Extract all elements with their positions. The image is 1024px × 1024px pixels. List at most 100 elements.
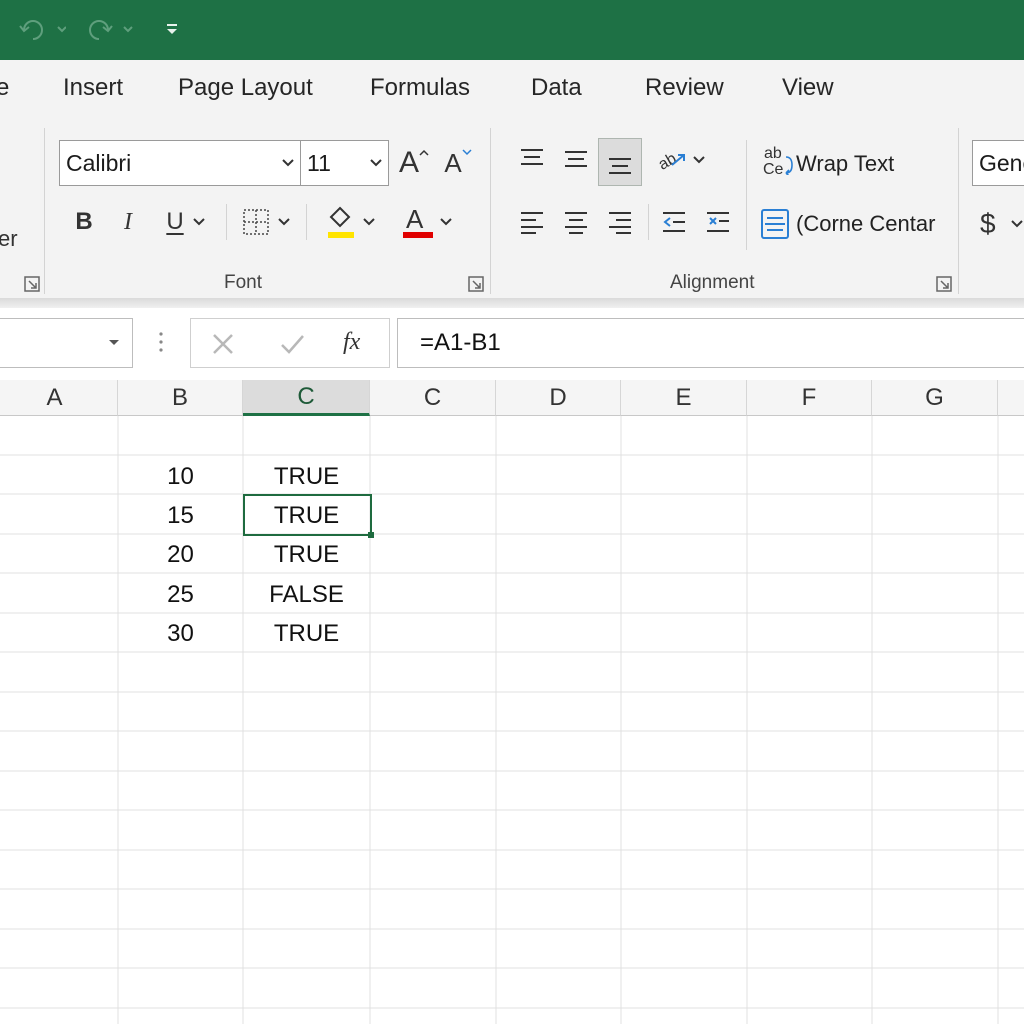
undo-icon <box>19 20 66 40</box>
bottom-align-button[interactable] <box>598 138 642 186</box>
cell-b6[interactable]: 30 <box>118 614 243 653</box>
align-left-icon <box>521 212 543 234</box>
formula-buttons: fx <box>190 318 390 368</box>
undo-button[interactable] <box>18 16 66 44</box>
column-header-next[interactable] <box>998 380 1024 416</box>
caret-down-icon <box>462 149 472 156</box>
column-header-a[interactable]: A <box>0 380 118 416</box>
font-color-swatch <box>403 232 433 238</box>
cell-b3[interactable]: 15 <box>118 496 243 535</box>
tab-data[interactable]: Data <box>531 74 582 102</box>
font-group-label: Font <box>224 272 263 293</box>
ribbon-tabs: e Insert Page Layout Formulas Data Revie… <box>0 60 1024 122</box>
fill-handle[interactable] <box>368 532 374 538</box>
borders-button[interactable] <box>236 204 296 240</box>
tab-formulas[interactable]: Formulas <box>370 74 470 102</box>
underline-button[interactable]: U <box>156 204 216 240</box>
customize-quick-access-button[interactable] <box>164 16 180 44</box>
tab-page-layout[interactable]: Page Layout <box>178 74 313 102</box>
chevron-down-icon <box>276 158 300 168</box>
cell-c2[interactable]: TRUE <box>243 457 370 496</box>
chevron-down-icon <box>278 218 290 226</box>
alignment-launcher-icon[interactable] <box>936 276 952 292</box>
chevron-down-icon <box>440 218 452 226</box>
middle-align-button[interactable] <box>556 138 596 178</box>
align-center-button[interactable] <box>556 202 596 242</box>
formula-input[interactable]: =A1-B1 <box>397 318 1024 368</box>
tab-view[interactable]: View <box>782 74 834 102</box>
increase-indent-button[interactable] <box>698 202 738 242</box>
font-name-value: Calibri <box>66 149 132 176</box>
grow-font-button[interactable]: A <box>396 140 432 186</box>
align-right-icon <box>609 212 631 234</box>
column-header-f[interactable]: F <box>747 380 872 416</box>
underline-icon: U <box>166 208 184 235</box>
number-format-dropdown[interactable]: Genc <box>972 140 1024 186</box>
font-size-dropdown[interactable]: 11 <box>300 140 389 186</box>
clipboard-launcher-icon[interactable] <box>24 276 40 292</box>
column-header-c[interactable]: C <box>370 380 496 416</box>
active-cell-selection[interactable] <box>243 494 372 536</box>
italic-button[interactable]: I <box>112 204 144 240</box>
font-size-value: 11 <box>307 149 331 176</box>
cell-c6[interactable]: TRUE <box>243 614 370 653</box>
caret-up-icon <box>419 149 429 156</box>
currency-icon: $ <box>980 208 996 239</box>
merge-center-button[interactable]: (Corne Centar <box>760 204 950 244</box>
chevron-down-icon <box>167 24 177 34</box>
tab-review[interactable]: Review <box>645 74 724 102</box>
bottom-align-icon <box>609 158 631 174</box>
number-format-value: Genc <box>979 149 1024 176</box>
divider <box>648 204 649 240</box>
align-center-icon <box>565 212 587 234</box>
group-divider <box>44 128 45 294</box>
divider <box>746 140 747 250</box>
decrease-indent-button[interactable] <box>654 202 694 242</box>
fill-color-button[interactable] <box>318 202 382 242</box>
top-align-button[interactable] <box>512 138 552 178</box>
font-color-glyph: A <box>406 204 424 234</box>
excel-window: e Insert Page Layout Formulas Data Revie… <box>0 0 1024 1024</box>
orientation-button[interactable]: ab <box>652 140 710 180</box>
enter-check-icon[interactable] <box>279 332 305 356</box>
formula-bar: fx =A1-B1 <box>0 308 1024 378</box>
insert-function-button[interactable]: fx <box>343 329 360 356</box>
column-header-b[interactable]: B <box>118 380 243 416</box>
font-launcher-icon[interactable] <box>468 276 484 292</box>
column-header-e[interactable]: E <box>621 380 747 416</box>
cell-c5[interactable]: FALSE <box>243 575 370 614</box>
increase-indent-icon <box>707 212 729 232</box>
cell-b4[interactable]: 20 <box>118 535 243 574</box>
chevron-down-icon <box>192 218 205 226</box>
title-bar <box>0 0 1024 60</box>
drag-handle-icon[interactable] <box>158 330 164 354</box>
tab-insert[interactable]: Insert <box>63 74 123 102</box>
font-color-button[interactable]: A <box>394 202 458 242</box>
cancel-icon[interactable] <box>211 332 235 356</box>
currency-format-button[interactable]: $ <box>980 204 1024 244</box>
font-color-icon: A <box>399 204 433 240</box>
cell-c4[interactable]: TRUE <box>243 535 370 574</box>
cell-b5[interactable]: 25 <box>118 575 243 614</box>
borders-icon <box>243 209 269 235</box>
top-align-icon <box>521 149 543 165</box>
group-divider <box>490 128 491 294</box>
redo-icon <box>89 20 133 40</box>
wrap-text-icon: ab Ce <box>760 145 793 181</box>
cell-b2[interactable]: 10 <box>118 457 243 496</box>
align-right-button[interactable] <box>600 202 640 242</box>
wrap-text-label: Wrap Text <box>796 151 895 176</box>
wrap-text-button[interactable]: ab Ce Wrap Text <box>760 144 900 184</box>
tab-partial[interactable]: e <box>0 74 9 102</box>
bold-button[interactable]: B <box>68 204 100 240</box>
column-header-g[interactable]: G <box>872 380 998 416</box>
paint-bucket-icon <box>328 206 354 238</box>
column-header-d[interactable]: D <box>496 380 621 416</box>
name-box[interactable] <box>0 318 133 368</box>
column-header-c-active[interactable]: C <box>243 380 370 416</box>
font-name-dropdown[interactable]: Calibri <box>59 140 301 186</box>
redo-button[interactable] <box>86 16 136 44</box>
chevron-down-icon <box>363 218 375 226</box>
align-left-button[interactable] <box>512 202 552 242</box>
shrink-font-button[interactable]: A <box>440 140 476 186</box>
